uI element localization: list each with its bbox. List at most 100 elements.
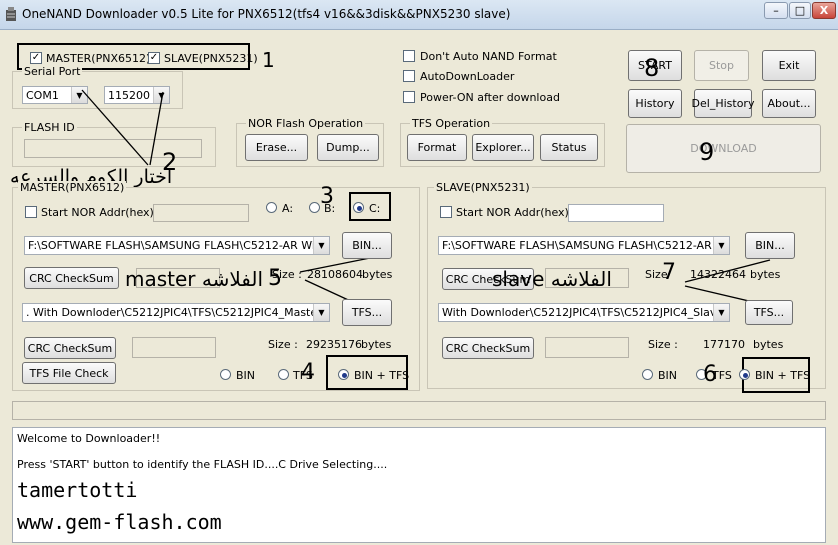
master-crc-checksum-button-1[interactable]: CRC CheckSum — [24, 267, 119, 289]
annotation-number-6: 6 — [703, 362, 717, 387]
master-bin-path-select[interactable]: F:\SOFTWARE FLASH\SAMSUNG FLASH\C5212-AR… — [24, 236, 330, 255]
minimize-button[interactable]: – — [764, 2, 788, 19]
annotation-master-flash: master الفلاشه — [125, 267, 264, 291]
master-size-label-2: Size : — [268, 338, 298, 351]
master-bytes-label-1: bytes — [362, 268, 393, 281]
master-group-label: MASTER(PNX6512) — [18, 181, 127, 194]
baud-rate-select[interactable]: 115200 ▼ — [104, 86, 170, 104]
master-drive-a-radio[interactable] — [266, 202, 277, 213]
master-bin-path-value: F:\SOFTWARE FLASH\SAMSUNG FLASH\C5212-AR… — [28, 239, 313, 252]
master-tfs-path-select[interactable]: . With Downloder\C5212JPIC4\TFS\C5212JPI… — [22, 303, 330, 322]
master-bin-radio-label: BIN — [236, 369, 256, 382]
slave-bytes-label-1: bytes — [750, 268, 781, 281]
com-port-value: COM1 — [26, 88, 59, 102]
master-tfs-button[interactable]: TFS... — [342, 299, 392, 326]
auto-downloader-label: AutoDownLoader — [420, 70, 515, 83]
com-port-select[interactable]: COM1 ▼ — [22, 86, 88, 104]
log-panel: Welcome to Downloader!! Press 'START' bu… — [12, 427, 826, 543]
master-checkbox[interactable]: ✓ — [30, 52, 42, 64]
master-drive-a-label: A: — [282, 202, 294, 215]
flash-id-label: FLASH ID — [22, 121, 77, 134]
master-size-label-1: Size : — [272, 268, 302, 281]
slave-checkbox[interactable]: ✓ — [148, 52, 160, 64]
slave-size-label-2: Size : — [648, 338, 678, 351]
master-bintfs-radio[interactable] — [338, 369, 349, 380]
slave-start-nor-field[interactable] — [568, 204, 664, 222]
slave-tfs-path-select[interactable]: With Downloder\C5212JPIC4\TFS\C5212JPIC4… — [438, 303, 730, 322]
power-on-checkbox[interactable] — [403, 91, 415, 103]
chevron-down-icon: ▼ — [713, 304, 729, 321]
master-bin-radio[interactable] — [220, 369, 231, 380]
slave-group-label: SLAVE(PNX5231) — [434, 181, 532, 194]
progress-bar — [12, 401, 826, 420]
master-start-nor-checkbox[interactable] — [25, 206, 37, 218]
auto-downloader-checkbox[interactable] — [403, 70, 415, 82]
master-tfs-path-value: . With Downloder\C5212JPIC4\TFS\C5212JPI… — [26, 306, 313, 319]
nor-flash-label: NOR Flash Operation — [246, 117, 366, 130]
master-drive-c-radio[interactable] — [353, 202, 364, 213]
maximize-button[interactable]: □ — [789, 2, 811, 19]
title-bar: OneNAND Downloader v0.5 Lite for PNX6512… — [0, 0, 838, 30]
slave-bintfs-radio[interactable] — [739, 369, 750, 380]
master-crc-field-2 — [132, 337, 216, 358]
status-button[interactable]: Status — [540, 134, 598, 161]
power-on-label: Power-ON after download — [420, 91, 560, 104]
slave-size-value-2: 177170 — [703, 338, 745, 351]
format-button[interactable]: Format — [407, 134, 467, 161]
master-checkbox-label: MASTER(PNX6512) — [46, 52, 151, 65]
slave-bin-radio[interactable] — [642, 369, 653, 380]
chevron-down-icon: ▼ — [71, 87, 87, 103]
slave-size-value-1: 14322464 — [690, 268, 746, 281]
stop-button[interactable]: Stop — [694, 50, 749, 81]
chevron-down-icon: ▼ — [313, 304, 329, 321]
slave-tfs-button[interactable]: TFS... — [745, 300, 793, 325]
annotation-number-9: 9 — [699, 138, 715, 166]
close-button[interactable]: X — [812, 2, 836, 19]
erase-button[interactable]: Erase... — [245, 134, 308, 161]
slave-crc-field-2 — [545, 337, 629, 358]
master-crc-checksum-button-2[interactable]: CRC CheckSum — [24, 337, 116, 359]
explorer-button[interactable]: Explorer... — [472, 134, 534, 161]
master-drive-b-radio[interactable] — [309, 202, 320, 213]
history-button[interactable]: History — [628, 89, 682, 118]
master-start-nor-field[interactable] — [153, 204, 249, 222]
dump-button[interactable]: Dump... — [317, 134, 379, 161]
chevron-down-icon: ▼ — [313, 237, 329, 254]
about-button[interactable]: About... — [762, 89, 816, 118]
slave-bytes-label-2: bytes — [753, 338, 784, 351]
log-line-author: tamertotti — [17, 478, 138, 502]
serial-port-label: Serial Port — [22, 65, 83, 78]
slave-bin-path-value: F:\SOFTWARE FLASH\SAMSUNG FLASH\C5212-AR… — [442, 239, 713, 252]
chevron-down-icon: ▼ — [153, 87, 169, 103]
master-size-value-2: 29235176 — [306, 338, 362, 351]
exit-button[interactable]: Exit — [762, 50, 816, 81]
slave-bin-path-select[interactable]: F:\SOFTWARE FLASH\SAMSUNG FLASH\C5212-AR… — [438, 236, 730, 255]
annotation-number-2: 2 — [162, 148, 178, 176]
slave-start-nor-checkbox[interactable] — [440, 206, 452, 218]
master-bin-button[interactable]: BIN... — [342, 232, 392, 259]
slave-bin-button[interactable]: BIN... — [745, 232, 795, 259]
dont-auto-nand-label: Don't Auto NAND Format — [420, 50, 557, 63]
annotation-number-3: 3 — [320, 184, 334, 209]
slave-tfs-path-value: With Downloder\C5212JPIC4\TFS\C5212JPIC4… — [442, 306, 713, 319]
baud-rate-value: 115200 — [108, 88, 150, 102]
master-tfs-radio[interactable] — [278, 369, 289, 380]
slave-bin-radio-label: BIN — [658, 369, 678, 382]
del-history-button[interactable]: Del_History — [692, 89, 754, 118]
slave-crc-checksum-button-2[interactable]: CRC CheckSum — [442, 337, 534, 359]
annotation-number-1: 1 — [262, 48, 275, 72]
master-drive-c-label: C: — [369, 202, 381, 215]
annotation-slave-flash: slave الفلاشه — [492, 267, 612, 291]
log-line-welcome: Welcome to Downloader!! — [17, 432, 161, 445]
annotation-number-4: 4 — [301, 360, 315, 385]
tfs-file-check-button[interactable]: TFS File Check — [22, 362, 116, 384]
download-button[interactable]: DOWNLOAD — [626, 124, 821, 173]
annotation-number-7: 7 — [662, 260, 676, 285]
master-bintfs-radio-label: BIN + TFS — [354, 369, 410, 382]
window-title: OneNAND Downloader v0.5 Lite for PNX6512… — [22, 7, 511, 21]
slave-checkbox-label: SLAVE(PNX5231) — [164, 52, 258, 65]
log-line-website: www.gem-flash.com — [17, 510, 222, 534]
dont-auto-nand-checkbox[interactable] — [403, 50, 415, 62]
slave-bintfs-radio-label: BIN + TFS — [755, 369, 811, 382]
app-icon — [6, 7, 16, 21]
